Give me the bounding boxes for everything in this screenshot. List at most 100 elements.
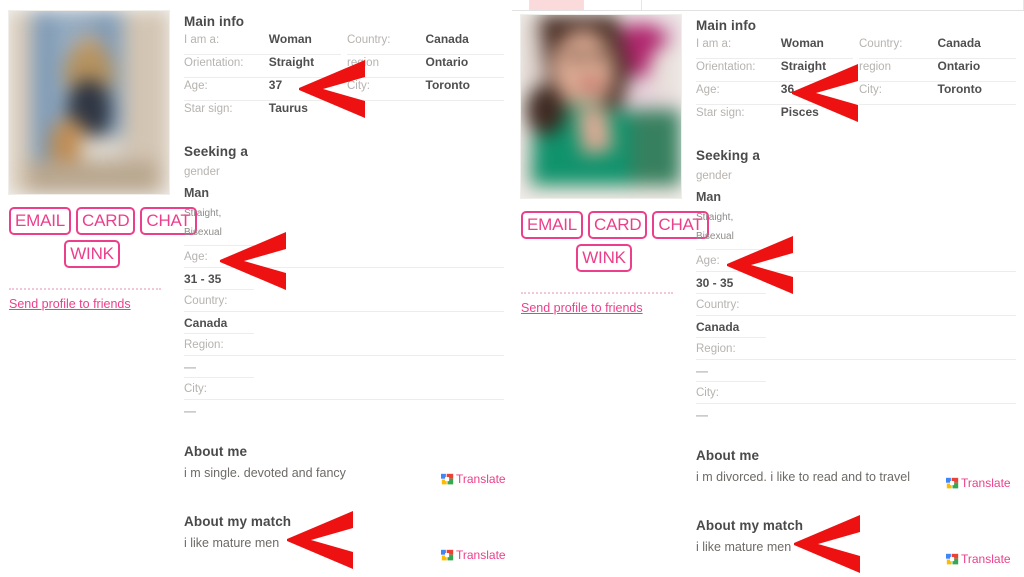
main-info-col-right: Country: Canada region Ontario City: Tor…	[859, 36, 1016, 128]
action-buttons-right: EMAIL CARD CHAT WINK	[521, 211, 709, 272]
comparison-screenshot: EMAIL CARD CHAT WINK Send profile to fri…	[0, 0, 1024, 577]
main-info-row: Orientation: Straight	[696, 59, 853, 82]
wink-button[interactable]: WINK	[64, 240, 120, 268]
seeking-heading: Seeking a	[696, 148, 760, 163]
main-info-row: Star sign: Taurus	[184, 101, 341, 124]
seeking-country-value: Canada	[184, 312, 254, 334]
photo-blur-left	[9, 11, 169, 194]
email-button[interactable]: EMAIL	[521, 211, 584, 239]
action-row-primary: EMAIL CARD CHAT	[521, 211, 709, 239]
seeking-block-right: Seeking a gender Man Straight, Bisexual …	[696, 148, 1016, 426]
seeking-region-label: Region:	[696, 338, 1016, 360]
seeking-gender-label: gender	[184, 166, 220, 178]
divider-dotted-left	[9, 288, 161, 290]
seeking-city-value: —	[696, 408, 708, 422]
seeking-heading: Seeking a	[184, 144, 248, 159]
about-my-match-block-left: About my match i like mature men	[184, 514, 504, 550]
main-info-row: City: Toronto	[859, 82, 1016, 105]
field-label: Country:	[347, 34, 391, 46]
field-value: Straight	[268, 55, 315, 69]
photo-blur-right	[521, 15, 681, 198]
translate-link-about-me[interactable]: Translate	[946, 476, 1011, 490]
field-label: Age:	[696, 84, 720, 96]
seeking-country-value: Canada	[696, 316, 766, 338]
main-info-row: I am a: Woman	[184, 32, 341, 55]
about-me-heading: About me	[184, 444, 248, 459]
partial-table-header-strip	[512, 0, 1024, 11]
main-info-row: City: Toronto	[347, 78, 504, 101]
field-value: Woman	[780, 36, 824, 50]
seeking-country-label: Country:	[184, 290, 504, 312]
translate-link-about-me[interactable]: Translate	[441, 472, 506, 486]
about-my-match-heading: About my match	[184, 514, 292, 529]
google-translate-icon	[441, 549, 454, 560]
google-translate-icon	[946, 477, 959, 488]
main-info-row: I am a: Woman	[696, 36, 853, 59]
field-label: I am a:	[696, 38, 732, 50]
field-value: Canada	[425, 32, 469, 46]
send-profile-to-friends-link[interactable]: Send profile to friends	[9, 297, 131, 311]
seeking-region-value: —	[696, 360, 766, 382]
profile-photo-left[interactable]	[9, 11, 169, 194]
field-value: Woman	[268, 32, 312, 46]
field-label: City:	[859, 84, 882, 96]
action-row-primary: EMAIL CARD CHAT	[9, 207, 197, 235]
card-button[interactable]: CARD	[76, 207, 136, 235]
wink-button[interactable]: WINK	[576, 244, 632, 272]
main-info-row: Country: Canada	[347, 32, 504, 55]
seeking-age-value: 30 - 35	[696, 272, 766, 294]
field-label: Star sign:	[184, 103, 233, 115]
field-value: Toronto	[425, 78, 470, 92]
translate-label: Translate	[961, 476, 1011, 490]
main-info-row: Country: Canada	[859, 36, 1016, 59]
translate-link-about-my-match[interactable]: Translate	[441, 548, 506, 562]
about-my-match-heading: About my match	[696, 518, 804, 533]
action-row-secondary: WINK	[9, 240, 175, 268]
seeking-region-value: —	[184, 356, 254, 378]
main-info-row-age: Age: 36	[696, 82, 853, 105]
seeking-gender-label: gender	[696, 170, 732, 182]
seeking-city-label: City:	[696, 382, 1016, 404]
seeking-gender-value: Man	[184, 186, 209, 200]
field-label: I am a:	[184, 34, 220, 46]
main-info-row: region Ontario	[347, 55, 504, 78]
seeking-age-value: 31 - 35	[184, 268, 254, 290]
about-me-heading: About me	[696, 448, 760, 463]
seeking-block-left: Seeking a gender Man Straight, Bisexual …	[184, 144, 504, 422]
profile-panel-left: EMAIL CARD CHAT WINK Send profile to fri…	[0, 0, 512, 577]
about-my-match-block-right: About my match i like mature men	[696, 518, 1016, 554]
strip-cell-highlighted	[530, 0, 584, 10]
field-label: Age:	[184, 80, 208, 92]
translate-link-about-my-match[interactable]: Translate	[946, 552, 1011, 566]
seeking-region-label: Region:	[184, 334, 504, 356]
main-info-grid-left: I am a: Woman Orientation: Straight Age:…	[184, 32, 504, 124]
translate-label: Translate	[456, 472, 506, 486]
seeking-city-label: City:	[184, 378, 504, 400]
age-value: 37	[268, 78, 283, 92]
profile-photo-right[interactable]	[521, 15, 681, 198]
field-value: Ontario	[937, 59, 981, 73]
card-button[interactable]: CARD	[588, 211, 648, 239]
main-info-col-left: I am a: Woman Orientation: Straight Age:…	[184, 32, 341, 124]
seeking-country-label: Country:	[696, 294, 1016, 316]
seeking-orientations: Straight, Bisexual	[696, 208, 766, 250]
field-label: region	[347, 57, 379, 69]
translate-label: Translate	[456, 548, 506, 562]
main-info-col-left: I am a: Woman Orientation: Straight Age:…	[696, 36, 853, 128]
age-value: 36	[780, 82, 795, 96]
translate-label: Translate	[961, 552, 1011, 566]
field-value: Toronto	[937, 82, 982, 96]
field-label: Country:	[859, 38, 903, 50]
seeking-orientations: Straight, Bisexual	[184, 204, 254, 246]
field-value: Canada	[937, 36, 981, 50]
main-info-heading: Main info	[696, 18, 757, 33]
email-button[interactable]: EMAIL	[9, 207, 72, 235]
photo-column-left: EMAIL CARD CHAT WINK Send profile to fri…	[9, 11, 197, 313]
photo-column-right: EMAIL CARD CHAT WINK Send profile to fri…	[521, 15, 709, 317]
send-profile-to-friends-link[interactable]: Send profile to friends	[521, 301, 643, 315]
action-row-secondary: WINK	[521, 244, 687, 272]
profile-panel-right: EMAIL CARD CHAT WINK Send profile to fri…	[512, 0, 1024, 577]
strip-cell	[642, 0, 1024, 10]
seeking-age-label: Age:	[696, 250, 1016, 272]
main-info-heading: Main info	[184, 14, 245, 29]
